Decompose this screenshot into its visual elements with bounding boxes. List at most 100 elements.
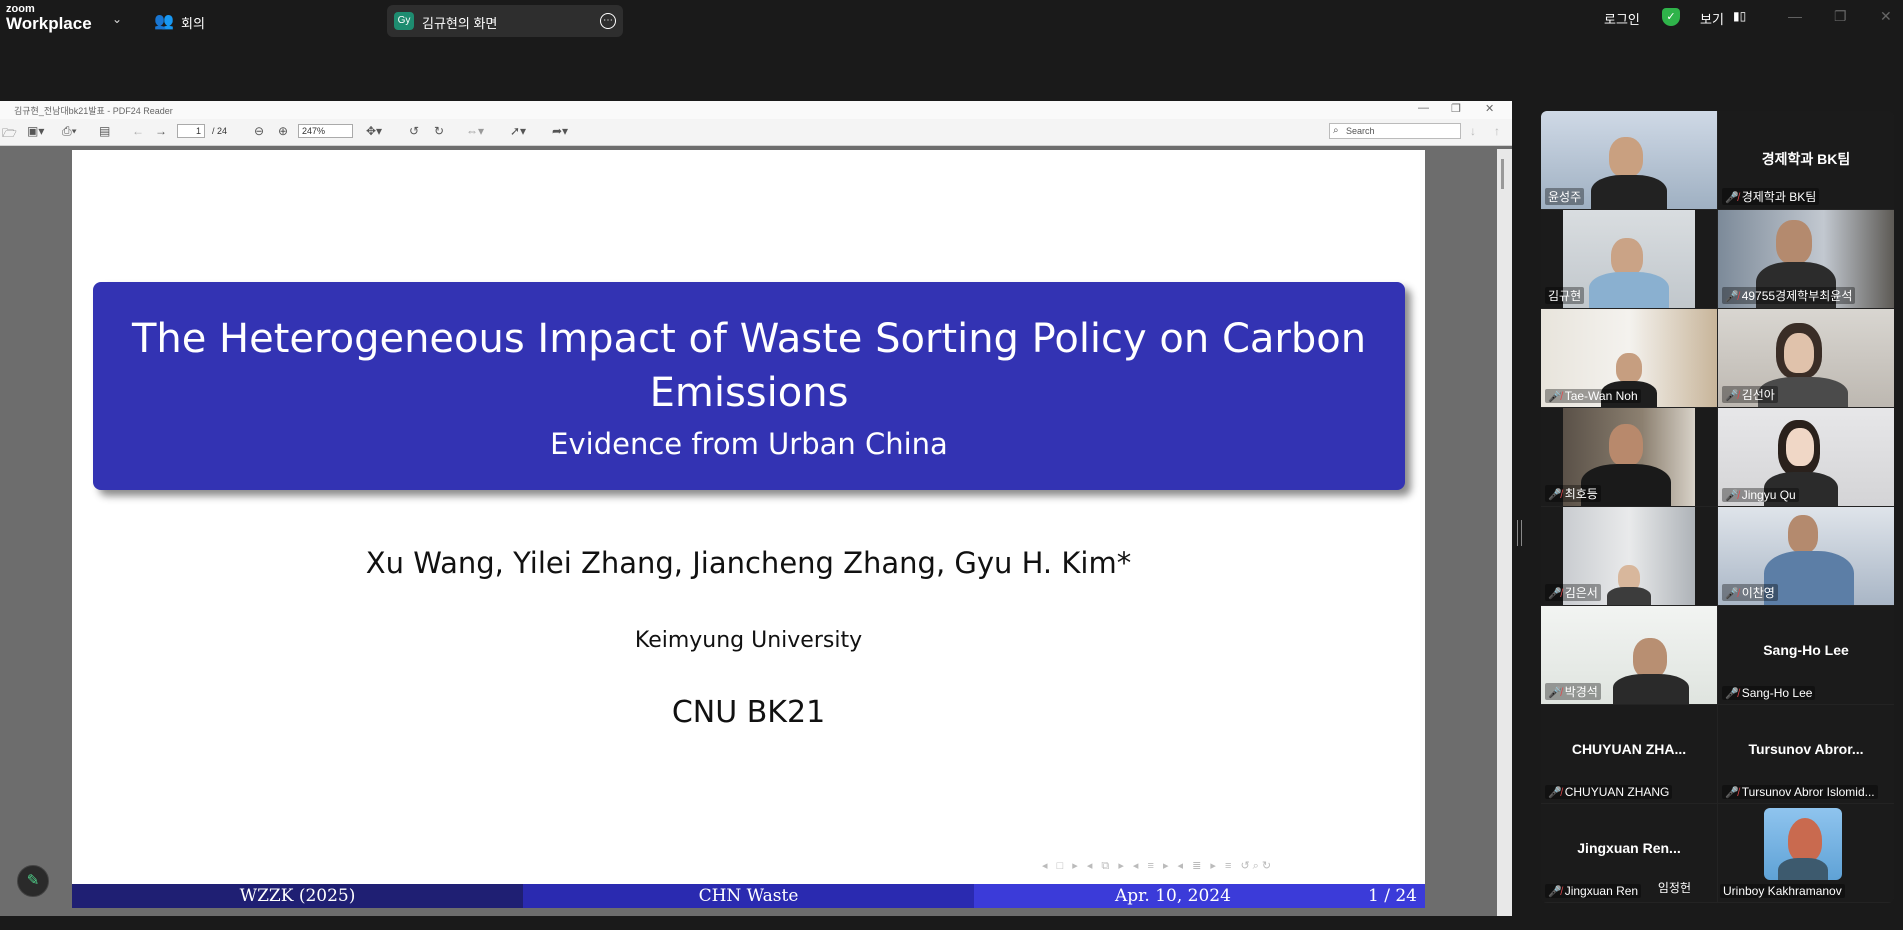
- participant-tile[interactable]: CHUYUAN ZHA... 🎤̸ CHUYUAN ZHANG: [1541, 705, 1717, 803]
- participant-display-name: 경제학과 BK팀: [1761, 151, 1851, 167]
- login-button[interactable]: 로그인: [1604, 9, 1640, 28]
- participant-name-extra: 임정헌: [1657, 881, 1691, 895]
- footer-date-bar: Apr. 10, 2024 1 / 24: [974, 884, 1425, 908]
- participant-name: 🎤̸ Tae-Wan Noh: [1545, 389, 1641, 403]
- pdf-minimize-icon[interactable]: —: [1418, 102, 1429, 114]
- search-input[interactable]: ⌕ Search: [1329, 123, 1461, 139]
- slide-page: The Heterogeneous Impact of Waste Sortin…: [72, 150, 1425, 908]
- sharer-avatar-badge: Gy: [394, 12, 414, 30]
- minimize-icon[interactable]: —: [1788, 8, 1802, 24]
- back-icon[interactable]: ←: [132, 124, 144, 138]
- slide-authors: Xu Wang, Yilei Zhang, Jiancheng Zhang, G…: [365, 546, 1132, 580]
- participant-name: 🎤̸ 박경석: [1545, 683, 1601, 700]
- view-menu-label[interactable]: 보기: [1700, 9, 1724, 28]
- pdf-restore-icon[interactable]: ❐: [1451, 102, 1461, 115]
- panel-resize-handle[interactable]: [1517, 520, 1522, 546]
- participant-tile[interactable]: Jingxuan Ren... 🎤̸ Jingxuan Ren 임정헌: [1541, 804, 1717, 902]
- grid-view-icon[interactable]: ▮▯: [1733, 9, 1746, 23]
- muted-mic-icon: 🎤̸: [1548, 588, 1562, 600]
- chevron-down-icon[interactable]: ⌄: [112, 12, 122, 26]
- muted-mic-icon: 🎤̸: [1548, 787, 1562, 799]
- pdf-window-title: 김규현_전남대bk21발표 - PDF24 Reader: [14, 106, 173, 116]
- beamer-navigation-symbols[interactable]: ◂ □ ▸ ◂ ⧉ ▸ ◂ ≡ ▸ ◂ ≣ ▸ ≡ ↺⌕↻: [1042, 859, 1274, 873]
- participant-name: 🎤̸ 이찬영: [1722, 584, 1778, 601]
- participant-display-name: Sang-Ho Lee: [1763, 642, 1849, 658]
- print-icon[interactable]: ⎙▾: [62, 124, 77, 139]
- participant-tile[interactable]: Urinboy Kakhramanov: [1718, 804, 1894, 902]
- muted-mic-icon: 🎤̸: [1725, 787, 1739, 799]
- meeting-menu-label[interactable]: 회의: [181, 13, 205, 32]
- search-icon: ⌕: [1333, 125, 1339, 136]
- muted-mic-icon: 🎤̸: [1548, 687, 1562, 699]
- search-up-icon[interactable]: ↑: [1494, 124, 1500, 138]
- search-down-icon[interactable]: ↓: [1470, 124, 1476, 138]
- participant-name: 🎤̸ 경제학과 BK팀: [1722, 188, 1820, 205]
- slide-subtitle: Evidence from Urban China: [550, 427, 948, 461]
- participant-tile[interactable]: 🎤̸ 49755경제학부최윤석: [1718, 210, 1894, 308]
- fit-width-icon[interactable]: ⇔▾: [466, 124, 484, 138]
- scrollbar-thumb[interactable]: [1501, 159, 1504, 189]
- footer-authors: WZZK (2025): [72, 884, 523, 908]
- share-icon[interactable]: ➦▾: [552, 124, 568, 138]
- participant-name: 🎤̸ Sang-Ho Lee: [1722, 686, 1816, 700]
- footer-short-title: CHN Waste: [523, 884, 974, 908]
- participant-name: 🎤̸ Tursunov Abror Islomid...: [1722, 785, 1878, 799]
- participant-name: 🎤̸ Jingyu Qu: [1722, 488, 1799, 502]
- muted-mic-icon: 🎤̸: [1725, 588, 1739, 600]
- participant-display-name: Tursunov Abror...: [1748, 741, 1864, 757]
- slide-footer: WZZK (2025) CHN Waste Apr. 10, 2024 1 / …: [72, 884, 1425, 908]
- participant-name: 🎤̸ Jingxuan Ren: [1545, 884, 1642, 898]
- participant-tile[interactable]: 윤성주: [1541, 111, 1717, 209]
- rotate-right-icon[interactable]: ↻: [434, 124, 444, 138]
- zoom-logo: Workplace: [6, 14, 92, 33]
- pdf-close-icon[interactable]: ✕: [1485, 102, 1494, 115]
- screen-share-indicator[interactable]: Gy 김규현의 화면 ⋯: [387, 5, 623, 37]
- pdf-reader-window: 김규현_전남대bk21발표 - PDF24 Reader — ❐ ✕ 🗁 ▣▾ …: [0, 101, 1512, 916]
- sidebar-toggle-icon[interactable]: ▤: [99, 124, 110, 138]
- security-shield-icon[interactable]: ✓: [1662, 8, 1680, 26]
- participant-tile[interactable]: 경제학과 BK팀 🎤̸ 경제학과 BK팀: [1718, 111, 1894, 209]
- participant-name: 윤성주: [1545, 188, 1585, 205]
- zoom-out-icon[interactable]: ⊖: [254, 124, 264, 138]
- pan-tool-icon[interactable]: ✥▾: [366, 124, 382, 138]
- save-icon[interactable]: ▣▾: [27, 124, 44, 138]
- participant-name: 김규현: [1545, 287, 1585, 304]
- forward-icon[interactable]: →: [155, 124, 167, 138]
- participant-tile[interactable]: Sang-Ho Lee 🎤̸ Sang-Ho Lee: [1718, 606, 1894, 704]
- participant-name: 🎤̸ 최호등: [1545, 485, 1601, 502]
- participant-tile-active-speaker[interactable]: 김규현: [1541, 210, 1717, 308]
- participant-tile[interactable]: 🎤̸ 김은서: [1541, 507, 1717, 605]
- footer-page: 1 / 24: [1368, 886, 1417, 906]
- footer-date: Apr. 10, 2024: [1115, 886, 1231, 906]
- open-file-icon[interactable]: 🗁: [2, 124, 17, 145]
- muted-mic-icon: 🎤̸: [1725, 192, 1739, 204]
- select-tool-icon[interactable]: ➚▾: [510, 124, 526, 138]
- participant-name: 🎤̸ 49755경제학부최윤석: [1722, 287, 1856, 304]
- annotate-pen-icon[interactable]: ✎: [17, 865, 49, 897]
- participant-tile[interactable]: 🎤̸ 최호등: [1541, 408, 1717, 506]
- participant-tile[interactable]: 🎤̸ 박경석: [1541, 606, 1717, 704]
- restore-icon[interactable]: ❐: [1834, 8, 1847, 25]
- zoom-select[interactable]: 247%: [298, 124, 353, 138]
- participant-display-name: Jingxuan Ren...: [1577, 840, 1681, 856]
- more-options-icon[interactable]: ⋯: [600, 13, 616, 29]
- muted-mic-icon: 🎤̸: [1548, 886, 1562, 898]
- avatar: [1764, 808, 1842, 880]
- page-number-input[interactable]: 1: [177, 124, 205, 138]
- participant-tile[interactable]: 🎤̸ 김선아: [1718, 309, 1894, 407]
- participant-tile[interactable]: 🎤̸ 이찬영: [1718, 507, 1894, 605]
- participant-name: 🎤̸ CHUYUAN ZHANG: [1545, 785, 1673, 799]
- muted-mic-icon: 🎤̸: [1725, 490, 1739, 502]
- close-icon[interactable]: ✕: [1880, 8, 1892, 25]
- participant-name: 🎤̸ 김선아: [1722, 386, 1778, 403]
- zoom-in-icon[interactable]: ⊕: [278, 124, 288, 138]
- participant-tile[interactable]: Tursunov Abror... 🎤̸ Tursunov Abror Islom…: [1718, 705, 1894, 803]
- participant-tile[interactable]: 🎤̸ Jingyu Qu: [1718, 408, 1894, 506]
- participant-tile[interactable]: 🎤̸ Tae-Wan Noh: [1541, 309, 1717, 407]
- muted-mic-icon: 🎤̸: [1548, 391, 1562, 403]
- participants-icon[interactable]: 👥: [154, 11, 174, 31]
- rotate-left-icon[interactable]: ↺: [409, 124, 419, 138]
- muted-mic-icon: 🎤̸: [1725, 688, 1739, 700]
- pdf-scrollbar[interactable]: [1497, 149, 1512, 916]
- participant-gallery: 윤성주 경제학과 BK팀 🎤̸ 경제학과 BK팀 김규현 🎤̸ 49755경제학부최…: [1541, 111, 1894, 903]
